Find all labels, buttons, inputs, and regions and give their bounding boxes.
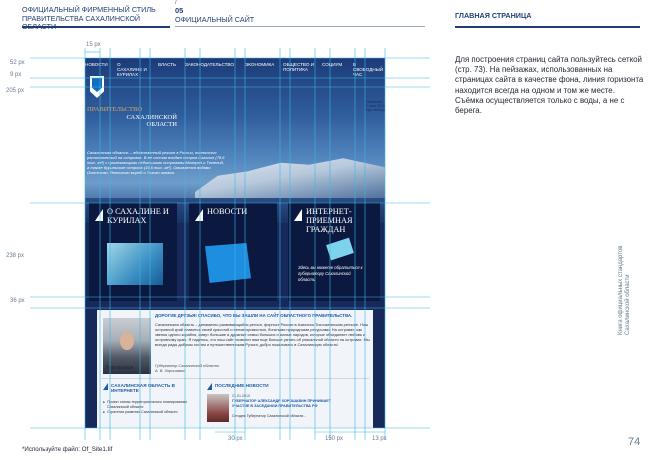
- site-logo-line2: САХАЛИНСКОЙ: [126, 113, 177, 121]
- side-caption: Книга официальных стандартов Сахалинской…: [618, 245, 631, 335]
- tile-head: ИНТЕРНЕТ-ПРИЕМНАЯ ГРАЖДАН: [288, 206, 380, 234]
- file-footnote: *Используйте файл: Of_Site1.tif: [22, 446, 113, 453]
- site-logo-title[interactable]: ПРАВИТЕЛЬСТВО САХАЛИНСКОЙ ОБЛАСТИ: [87, 106, 177, 129]
- latest-news-title: ПОСЛЕДНИЕ НОВОСТИ: [215, 383, 269, 388]
- dim-label-150: 150 px: [325, 436, 344, 442]
- flag-icon: [294, 209, 302, 221]
- dim-label-13: 13 px: [372, 436, 387, 442]
- flag-icon: [195, 209, 203, 221]
- tile-head: НОВОСТИ: [189, 206, 277, 224]
- section-number: 05: [175, 6, 184, 15]
- tile-reception[interactable]: ИНТЕРНЕТ-ПРИЕМНАЯ ГРАЖДАН Здесь вы может…: [288, 203, 380, 301]
- layout-description: Для построения страниц сайта пользуйтесь…: [455, 55, 644, 116]
- envelope-icon: [326, 237, 354, 261]
- dim-label-9: 9 px: [10, 72, 22, 78]
- island-thumbnail: [107, 243, 163, 285]
- list-item[interactable]: Проект схемы территориального планирован…: [103, 400, 191, 409]
- brand-title-line2: ПРАВИТЕЛЬСТВА САХАЛИНСКОЙ ОБЛАСТИ: [22, 13, 141, 31]
- flag-icon: [103, 383, 108, 390]
- content-divider: [101, 378, 369, 379]
- nav-item-leisure[interactable]: В СВОБОДНЫЙ ЧАС: [353, 62, 383, 77]
- photo-caption: Океанское 21 мая 2010 года четверг: [365, 100, 385, 112]
- header-rule-mid: [175, 26, 425, 27]
- tile-about[interactable]: О САХАЛИНЕ И КУРИЛАХ: [89, 203, 177, 301]
- header-rule-left: [22, 26, 170, 28]
- list-item[interactable]: Стратегия развития Сахалинской области: [103, 410, 191, 415]
- nav-item-news[interactable]: НОВОСТИ: [85, 62, 108, 67]
- document-header: ОФИЦИАЛЬНЫЙ ФИРМЕННЫЙ СТИЛЬ ПРАВИТЕЛЬСТВ…: [0, 0, 660, 31]
- news-text: Сегодня Губернатор Сахалинской области..…: [232, 414, 307, 418]
- dim-label-205: 205 px: [6, 88, 25, 94]
- site-logo-line1: ПРАВИТЕЛЬСТВО: [87, 106, 143, 113]
- news-thumbnail[interactable]: [207, 394, 229, 422]
- news-square-icon: [205, 243, 251, 283]
- news-headline[interactable]: ГУБЕРНАТОР АЛЕКСАНДР ХОРОШАВИН ПРИНИМАЕТ…: [232, 399, 332, 408]
- news-date: 21.01.2010: [232, 394, 250, 398]
- governor-signature: Губернатор Сахалинской области А. В. Хор…: [155, 363, 275, 374]
- page-title: ГЛАВНАЯ СТРАНИЦА: [455, 11, 532, 20]
- tile-news[interactable]: НОВОСТИ: [189, 203, 277, 301]
- greeting-heading: ДОРОГИЕ ДРУЗЬЯ! СПАСИБО, ЧТО ВЫ ЗАШЛИ НА…: [155, 313, 353, 318]
- flag-icon: [207, 383, 212, 390]
- dim-label-top: 15 px: [86, 42, 101, 48]
- nav-item-law[interactable]: ЗАКОНОДАТЕЛЬСТВО: [185, 62, 234, 67]
- governor-name: А. В. Хорошавин: [155, 367, 186, 373]
- tile-head: О САХАЛИНЕ И КУРИЛАХ: [89, 206, 177, 225]
- page-number: 74: [628, 436, 641, 448]
- greeting-text: Сахалинская область – динамично развиваю…: [155, 322, 370, 347]
- section-tiles: О САХАЛИНЕ И КУРИЛАХ НОВОСТИ ИНТЕРНЕТ-ПР…: [85, 203, 385, 311]
- region-intro: Сахалинская область – единственный регио…: [87, 150, 225, 176]
- dim-label-30: 30 px: [228, 436, 243, 442]
- tile-label: ИНТЕРНЕТ-ПРИЕМНАЯ ГРАЖДАН: [306, 207, 353, 234]
- nav-item-about[interactable]: О САХАЛИНЕ И КУРИЛАХ: [117, 62, 147, 77]
- header-rule-right: [455, 26, 640, 28]
- nav-item-social[interactable]: СОЦИУМ: [322, 62, 342, 67]
- dim-label-52: 52 px: [10, 60, 25, 66]
- dim-label-36: 36 px: [10, 298, 25, 304]
- main-content: ДОРОГИЕ ДРУЗЬЯ! СПАСИБО, ЧТО ВЫ ЗАШЛИ НА…: [97, 310, 373, 428]
- dim-label-238: 238 px: [6, 253, 25, 259]
- tile-label: О САХАЛИНЕ И КУРИЛАХ: [107, 207, 169, 225]
- reception-text: Здесь вы можете обратиться к губернатору…: [298, 265, 363, 283]
- nav-item-power[interactable]: ВЛАСТЬ: [158, 62, 176, 67]
- nav-item-society[interactable]: ОБЩЕСТВО И ПОЛИТИКА: [283, 62, 319, 72]
- tile-label: НОВОСТИ: [207, 207, 248, 216]
- flag-icon: [95, 209, 103, 221]
- website-mockup: НОВОСТИ О САХАЛИНЕ И КУРИЛАХ ВЛАСТЬ ЗАКО…: [85, 58, 385, 428]
- handwritten-signature: Хорошавин: [105, 365, 134, 371]
- section-title: ОФИЦИАЛЬНЫЙ САЙТ: [175, 15, 255, 24]
- portrait-face: [120, 332, 134, 350]
- nav-item-economy[interactable]: ЭКОНОМИКА: [245, 62, 274, 67]
- internet-links-title: САХАЛИНСКАЯ ОБЛАСТЬ В ИНТЕРНЕТЕ: [111, 383, 175, 394]
- internet-links-list: Проект схемы территориального планирован…: [103, 400, 191, 416]
- site-logo-line3: ОБЛАСТИ: [146, 121, 177, 128]
- site-nav: НОВОСТИ О САХАЛИНЕ И КУРИЛАХ ВЛАСТЬ ЗАКО…: [85, 62, 385, 78]
